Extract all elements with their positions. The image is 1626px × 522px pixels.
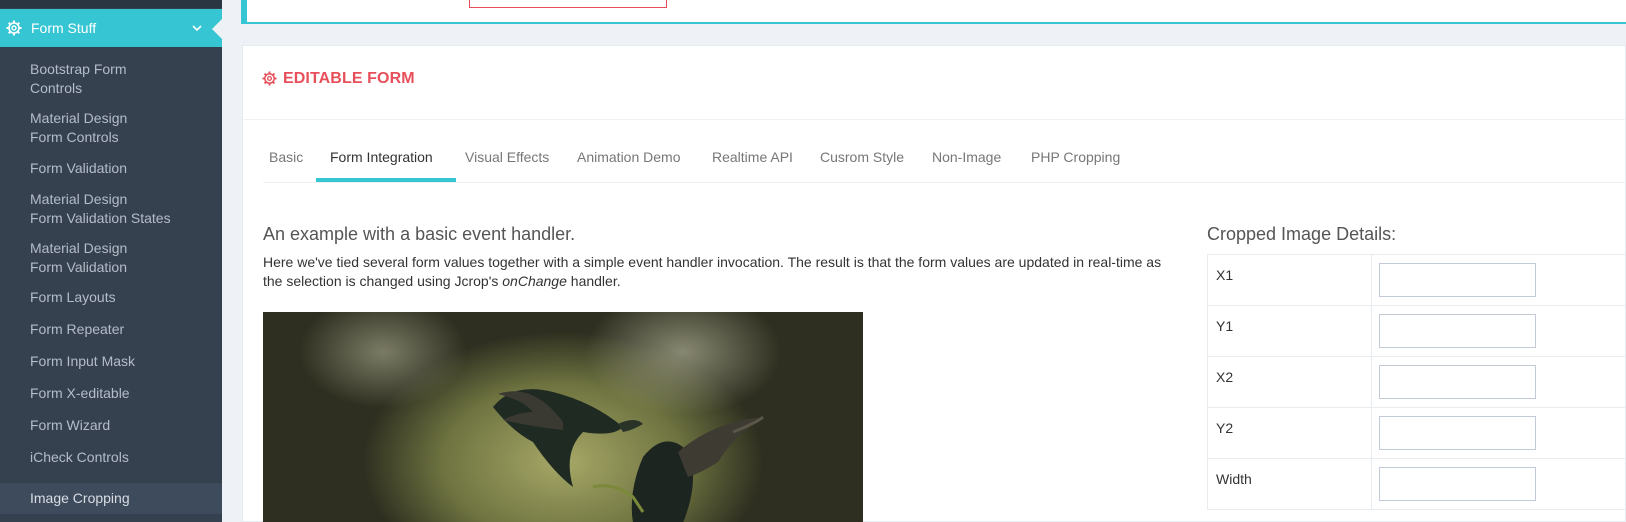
tab-animation-demo[interactable]: Animation Demo: [577, 145, 681, 183]
sidebar-item-form-x-editable[interactable]: Form X-editable: [0, 384, 222, 403]
value-cell: [1371, 458, 1626, 510]
y2-label: Y2: [1207, 407, 1372, 459]
active-pointer: [212, 19, 222, 39]
sidebar-item-form-repeater[interactable]: Form Repeater: [0, 320, 222, 339]
y1-label: Y1: [1207, 305, 1372, 357]
tab-visual-effects[interactable]: Visual Effects: [465, 145, 549, 183]
sidebar-item-material-validation[interactable]: Material Design Form Validation: [0, 239, 222, 277]
table-row: X1: [1207, 254, 1626, 306]
sidebar-item-material-form-controls[interactable]: Material Design Form Controls: [0, 109, 222, 147]
sidebar-item-form-validation[interactable]: Form Validation: [0, 159, 222, 178]
previous-portlet: [241, 0, 1626, 24]
sidebar-item-label: Material Design: [30, 110, 128, 126]
portlet-header: EDITABLE FORM: [243, 46, 1625, 120]
description-text: Here we've tied several form values toge…: [263, 254, 1162, 289]
sidebar-item-icheck-controls[interactable]: iCheck Controls: [0, 448, 222, 467]
x1-input[interactable]: [1379, 263, 1536, 297]
value-cell: [1371, 356, 1626, 408]
sidebar-item-label: Form Controls: [30, 129, 119, 145]
sidebar-item-label: Form Repeater: [30, 321, 125, 337]
value-cell: [1371, 305, 1626, 357]
tab-basic[interactable]: Basic: [269, 145, 303, 183]
sidebar-item-material-validation-states[interactable]: Material Design Form Validation States: [0, 190, 222, 228]
sidebar-item-label: Bootstrap Form: [30, 61, 127, 77]
sidebar-item-label: Material Design: [30, 240, 128, 256]
value-cell: [1371, 407, 1626, 459]
table-row: Width: [1207, 458, 1626, 510]
sidebar-item-form-stuff[interactable]: Form Stuff: [0, 9, 222, 47]
description-emphasis: onChange: [502, 273, 567, 289]
tab-realtime-api[interactable]: Realtime API: [712, 145, 793, 183]
sidebar-item-label: Form Validation: [30, 259, 128, 275]
sidebar-item-label: Form Input Mask: [30, 353, 136, 369]
sidebar-item-label: Form X-editable: [30, 385, 130, 401]
y1-input[interactable]: [1379, 314, 1536, 348]
x2-label: X2: [1207, 356, 1372, 408]
sidebar-item-form-input-mask[interactable]: Form Input Mask: [0, 352, 222, 371]
editable-form-portlet: EDITABLE FORM Basic Form Integration Vis…: [242, 45, 1626, 522]
details-heading: Cropped Image Details:: [1207, 224, 1397, 244]
width-label: Width: [1207, 458, 1372, 510]
sidebar-item-label: Image Cropping: [30, 490, 130, 506]
table-row: Y2: [1207, 407, 1626, 459]
sidebar-item-form-wizard[interactable]: Form Wizard: [0, 416, 222, 435]
crop-target-image[interactable]: [263, 312, 863, 522]
sidebar-item-label: Form Validation States: [30, 210, 171, 226]
example-description: Here we've tied several form values toge…: [263, 253, 1163, 291]
sidebar-item-label: Material Design: [30, 191, 128, 207]
width-input[interactable]: [1379, 467, 1536, 501]
sidebar-item-label: Form Layouts: [30, 289, 116, 305]
sidebar-item-image-cropping[interactable]: Image Cropping: [0, 483, 222, 514]
gear-icon: [262, 71, 277, 86]
sidebar-item-label: Form Wizard: [30, 417, 111, 433]
portlet-title: EDITABLE FORM: [283, 70, 415, 87]
sidebar-item-bootstrap-form-controls[interactable]: Bootstrap Form Controls: [0, 60, 222, 98]
description-text-end: handler.: [566, 273, 621, 289]
value-cell: [1371, 254, 1626, 306]
x2-input[interactable]: [1379, 365, 1536, 399]
sidebar-top-strip: [0, 0, 222, 8]
chevron-down-icon[interactable]: [191, 23, 203, 33]
active-tab-indicator: [316, 178, 456, 182]
sidebar-item-label: Controls: [30, 80, 83, 96]
tab-php-cropping[interactable]: PHP Cropping: [1031, 145, 1120, 183]
cropped-details-table: X1 Y1 X2 Y2 Width: [1207, 254, 1626, 510]
tab-custom-style[interactable]: Cusrom Style: [820, 145, 904, 183]
sidebar-item-label: Form Validation: [30, 160, 128, 176]
sidebar-item-form-layouts[interactable]: Form Layouts: [0, 288, 222, 307]
table-row: X2: [1207, 356, 1626, 408]
sidebar-item-label: Form Stuff: [31, 20, 97, 36]
x1-label: X1: [1207, 254, 1372, 306]
sidebar-item-label: iCheck Controls: [30, 449, 129, 465]
previous-portlet-button[interactable]: [469, 0, 667, 8]
example-heading: An example with a basic event handler.: [263, 224, 576, 244]
gear-icon: [6, 20, 22, 36]
birds-photo: [493, 389, 765, 522]
table-row: Y1: [1207, 305, 1626, 357]
sidebar: Form Stuff Bootstrap Form Controls Mater…: [0, 0, 222, 522]
tab-non-image[interactable]: Non-Image: [932, 145, 1001, 183]
tab-bar: Basic Form Integration Visual Effects An…: [263, 145, 1626, 183]
y2-input[interactable]: [1379, 416, 1536, 450]
